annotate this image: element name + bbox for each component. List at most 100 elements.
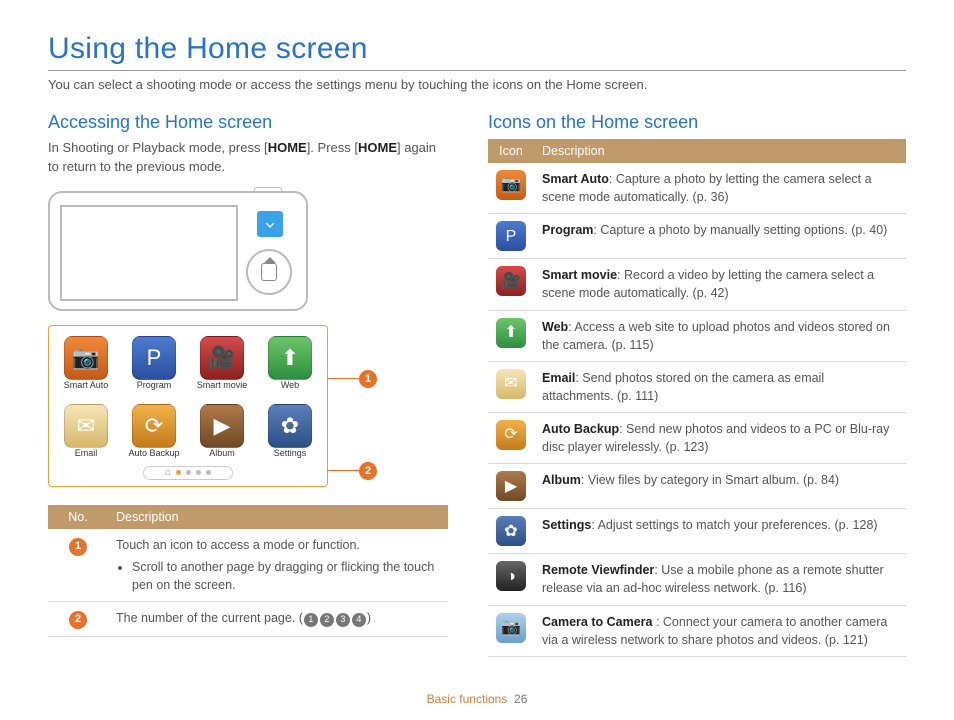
th-no: No. xyxy=(48,505,108,529)
smart-movie-icon: 🎥 xyxy=(200,336,244,380)
page-dot-2 xyxy=(186,470,191,475)
settings-icon: ✿ xyxy=(268,404,312,448)
mini-badge: 3 xyxy=(336,613,350,627)
table-row: 🎥Smart movie: Record a video by letting … xyxy=(488,259,906,310)
camcam-icon: 📷 xyxy=(496,613,526,643)
table-row: 2 The number of the current page. (1234) xyxy=(48,602,448,637)
table-row: 📷Camera to Camera : Connect your camera … xyxy=(488,605,906,656)
page-indicator[interactable]: ⌂ xyxy=(143,466,233,480)
text-mid: ]. Press [ xyxy=(307,140,358,155)
footer-section: Basic functions xyxy=(427,692,508,706)
text-pre: In Shooting or Playback mode, press [ xyxy=(48,140,268,155)
callout-badge-2: 2 xyxy=(359,462,377,480)
mini-badge: 1 xyxy=(304,613,318,627)
page-title: Using the Home screen xyxy=(48,32,906,66)
home-key-1: HOME xyxy=(268,140,307,155)
album-icon: ▶ xyxy=(496,471,526,501)
app-label: Album xyxy=(209,448,235,458)
album-icon: ▶ xyxy=(200,404,244,448)
table-row: ◑Remote Viewfinder: Use a mobile phone a… xyxy=(488,554,906,605)
app-program[interactable]: PProgram xyxy=(127,336,181,390)
footer-page: 26 xyxy=(514,692,527,706)
app-album[interactable]: ▶Album xyxy=(195,404,249,458)
mode-name: Email xyxy=(542,371,575,385)
icons-subhead: Icons on the Home screen xyxy=(488,112,906,133)
smart-auto-icon: 📷 xyxy=(64,336,108,380)
remote-icon: ◑ xyxy=(496,561,526,591)
app-label: Email xyxy=(75,448,98,458)
callout-1: 1 xyxy=(327,370,377,388)
table-row: ⬆ Web: Access a web site to upload photos… xyxy=(488,310,906,361)
app-settings[interactable]: ✿Settings xyxy=(263,404,317,458)
mini-badge: 4 xyxy=(352,613,366,627)
mode-name: Auto Backup xyxy=(542,422,619,436)
mode-desc: : Capture a photo by manually setting op… xyxy=(593,223,887,237)
th-desc: Description xyxy=(108,505,448,529)
table-row: 📷Smart Auto: Capture a photo by letting … xyxy=(488,163,906,214)
callout-badge-1: 1 xyxy=(359,370,377,388)
row-badge-1: 1 xyxy=(69,538,87,556)
camera-illustration xyxy=(48,191,308,311)
home-button-circle xyxy=(246,249,292,295)
app-label: Settings xyxy=(274,448,307,458)
row-badge-2: 2 xyxy=(69,611,87,629)
backup-icon: ⟳ xyxy=(496,420,526,450)
title-rule xyxy=(48,70,906,71)
app-web[interactable]: ⬆Web xyxy=(263,336,317,390)
callout-table: No. Description 1 Touch an icon to acces… xyxy=(48,505,448,637)
table-row: P Program: Capture a photo by manually se… xyxy=(488,214,906,259)
mode-name: Album xyxy=(542,473,581,487)
mode-name: Program xyxy=(542,223,593,237)
arrow-down-icon xyxy=(257,211,283,237)
app-smart-auto[interactable]: 📷Smart Auto xyxy=(59,336,113,390)
app-label: Auto Backup xyxy=(128,448,179,458)
mode-name: Smart Auto xyxy=(542,172,609,186)
mode-desc: : Send photos stored on the camera as em… xyxy=(542,371,824,403)
page-dot-1 xyxy=(176,470,181,475)
program-icon: P xyxy=(132,336,176,380)
mode-desc: : View files by category in Smart album.… xyxy=(581,473,839,487)
mode-name: Web xyxy=(542,320,568,334)
mode-name: Camera to Camera xyxy=(542,615,656,629)
camera-screen-shape xyxy=(60,205,238,301)
accessing-subhead: Accessing the Home screen xyxy=(48,112,448,133)
web-icon: ⬆ xyxy=(496,318,526,348)
home-screen-mock: 📷Smart Auto PProgram 🎥Smart movie ⬆Web ✉… xyxy=(48,325,328,487)
table-row: ✉Email: Send photos stored on the camera… xyxy=(488,361,906,412)
mode-name: Settings xyxy=(542,518,591,532)
app-smart-movie[interactable]: 🎥Smart movie xyxy=(195,336,249,390)
mode-name: Remote Viewfinder xyxy=(542,563,654,577)
table-row: ▶ Album: View files by category in Smart … xyxy=(488,464,906,509)
home-key-2: HOME xyxy=(358,140,397,155)
callout-2: 2 xyxy=(327,462,377,480)
smartmovie-icon: 🎥 xyxy=(496,266,526,296)
th-icon: Icon xyxy=(488,139,534,163)
table-row: ✿Settings: Adjust settings to match your… xyxy=(488,509,906,554)
mini-badge: 2 xyxy=(320,613,334,627)
th-desc: Description xyxy=(534,139,906,163)
app-email[interactable]: ✉Email xyxy=(59,404,113,458)
row-text: Touch an icon to access a mode or functi… xyxy=(116,538,360,552)
shutter-button-shape xyxy=(254,187,282,193)
page-dot-3 xyxy=(196,470,201,475)
page-footer: Basic functions 26 xyxy=(0,692,954,706)
intro-text: You can select a shooting mode or access… xyxy=(48,77,906,92)
settings-icon: ✿ xyxy=(496,516,526,546)
web-icon: ⬆ xyxy=(268,336,312,380)
mode-desc: : Access a web site to upload photos and… xyxy=(542,320,890,352)
row-text: The number of the current page. ( xyxy=(116,611,303,625)
app-label: Smart movie xyxy=(197,380,248,390)
app-label: Program xyxy=(137,380,172,390)
app-label: Web xyxy=(281,380,299,390)
page-dot-4 xyxy=(206,470,211,475)
app-label: Smart Auto xyxy=(64,380,109,390)
icons-table: Icon Description 📷 Smart Auto : Capture a … xyxy=(488,139,906,657)
row-text-end: ) xyxy=(367,611,371,625)
row-bullet: Scroll to another page by dragging or fl… xyxy=(132,558,440,594)
program-icon: P xyxy=(496,221,526,251)
home-icon xyxy=(261,263,277,281)
email-icon: ✉ xyxy=(64,404,108,448)
accessing-body: In Shooting or Playback mode, press [HOM… xyxy=(48,139,448,177)
app-auto-backup[interactable]: ⟳Auto Backup xyxy=(127,404,181,458)
smartauto-icon: 📷 xyxy=(496,170,526,200)
